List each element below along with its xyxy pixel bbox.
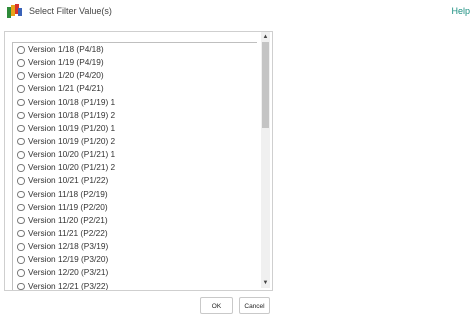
radio-button[interactable] [17, 190, 25, 199]
radio-button[interactable] [17, 256, 25, 264]
list-item-label: Version 10/19 (P1/20) 2 [28, 135, 116, 146]
list-item-label: Version 10/18 (P1/19) 2 [28, 109, 116, 120]
list-item[interactable]: Version 12/21 (P3/22) [13, 280, 257, 290]
list-item-label: Version 12/18 (P3/19) [28, 241, 109, 252]
list-item[interactable]: Version 11/18 (P2/19) [13, 188, 257, 201]
list-item-label: Version 10/21 (P1/22) [28, 175, 109, 186]
list-item[interactable]: Version 10/21 (P1/22) [13, 174, 257, 187]
list-item[interactable]: Version 10/18 (P1/19) 2 [13, 109, 257, 122]
ok-button[interactable]: OK [200, 297, 233, 314]
list-item-label: Version 10/19 (P1/20) 1 [28, 122, 116, 133]
radio-button[interactable] [17, 243, 25, 251]
scrollbar-thumb[interactable] [262, 42, 269, 128]
list-item-label: Version 11/21 (P2/22) [28, 227, 108, 238]
dialog-header: Select Filter Value(s) Help [0, 0, 474, 24]
list-item-label: Version 12/19 (P3/20) [28, 254, 109, 265]
list-item[interactable]: Version 12/18 (P3/19) [13, 240, 257, 253]
radio-button[interactable] [17, 72, 25, 80]
radio-button[interactable] [17, 164, 25, 172]
list-item[interactable]: Version 11/20 (P2/21) [13, 214, 257, 227]
scroll-up-arrow-icon[interactable]: ▲ [261, 32, 270, 42]
list-item[interactable]: Version 10/19 (P1/20) 2 [13, 135, 257, 148]
radio-button[interactable] [17, 177, 25, 185]
dialog-title: Select Filter Value(s) [29, 6, 112, 16]
radio-button[interactable] [17, 282, 25, 290]
list-item[interactable]: Version 10/18 (P1/19) 1 [13, 96, 257, 109]
list-item[interactable]: Version 1/18 (P4/18) [13, 43, 257, 56]
list-item[interactable]: Version 10/20 (P1/21) 1 [13, 148, 257, 161]
list-item[interactable]: Version 11/21 (P2/22) [13, 227, 257, 240]
list-item-label: Version 11/20 (P2/21) [28, 214, 108, 225]
radio-button[interactable] [17, 229, 25, 238]
list-item-label: Version 1/20 (P4/20) [28, 70, 104, 81]
list-item[interactable]: Version 1/20 (P4/20) [13, 69, 257, 82]
vertical-scrollbar[interactable]: ▲ ▼ [261, 32, 270, 288]
cancel-button[interactable]: Cancel [239, 297, 270, 314]
list-item-label: Version 1/21 (P4/21) [28, 83, 104, 94]
filter-values-panel: Version 1/18 (P4/18) Version 1/19 (P4/19)… [4, 31, 273, 291]
scroll-down-arrow-icon[interactable]: ▼ [261, 278, 270, 288]
list-item-label: Version 11/18 (P2/19) [28, 188, 108, 199]
radio-button[interactable] [17, 59, 25, 67]
list-item[interactable]: Version 10/20 (P1/21) 2 [13, 161, 257, 174]
list-item[interactable]: Version 12/19 (P3/20) [13, 253, 257, 266]
list-item-label: Version 1/19 (P4/19) [28, 57, 104, 68]
radio-button[interactable] [17, 124, 25, 133]
list-item[interactable]: Version 10/19 (P1/20) 1 [13, 122, 257, 135]
radio-button[interactable] [17, 137, 25, 146]
app-logo-icon [7, 4, 22, 18]
radio-button[interactable] [17, 216, 25, 225]
list-item-label: Version 10/20 (P1/21) 2 [28, 162, 116, 173]
list-item-label: Version 10/18 (P1/19) 1 [28, 96, 116, 107]
radio-button[interactable] [17, 98, 25, 107]
radio-button[interactable] [17, 85, 25, 93]
radio-button[interactable] [17, 111, 25, 120]
list-item[interactable]: Version 1/19 (P4/19) [13, 56, 257, 69]
filter-value-list: Version 1/18 (P4/18) Version 1/19 (P4/19)… [13, 43, 257, 290]
list-item[interactable]: Version 12/20 (P3/21) [13, 266, 257, 279]
list-item[interactable]: Version 1/21 (P4/21) [13, 82, 257, 95]
filter-value-list-box: Version 1/18 (P4/18) Version 1/19 (P4/19)… [12, 42, 257, 290]
radio-button[interactable] [17, 46, 25, 54]
list-item-label: Version 10/20 (P1/21) 1 [28, 149, 116, 160]
radio-button[interactable] [17, 203, 25, 212]
radio-button[interactable] [17, 269, 25, 277]
list-item-label: Version 11/19 (P2/20) [28, 201, 108, 212]
list-item[interactable]: Version 11/19 (P2/20) [13, 201, 257, 214]
list-item-label: Version 1/18 (P4/18) [28, 44, 104, 54]
list-item-label: Version 12/20 (P3/21) [28, 267, 109, 278]
radio-button[interactable] [17, 151, 25, 159]
list-item-label: Version 12/21 (P3/22) [28, 280, 109, 290]
help-link[interactable]: Help [451, 6, 470, 16]
